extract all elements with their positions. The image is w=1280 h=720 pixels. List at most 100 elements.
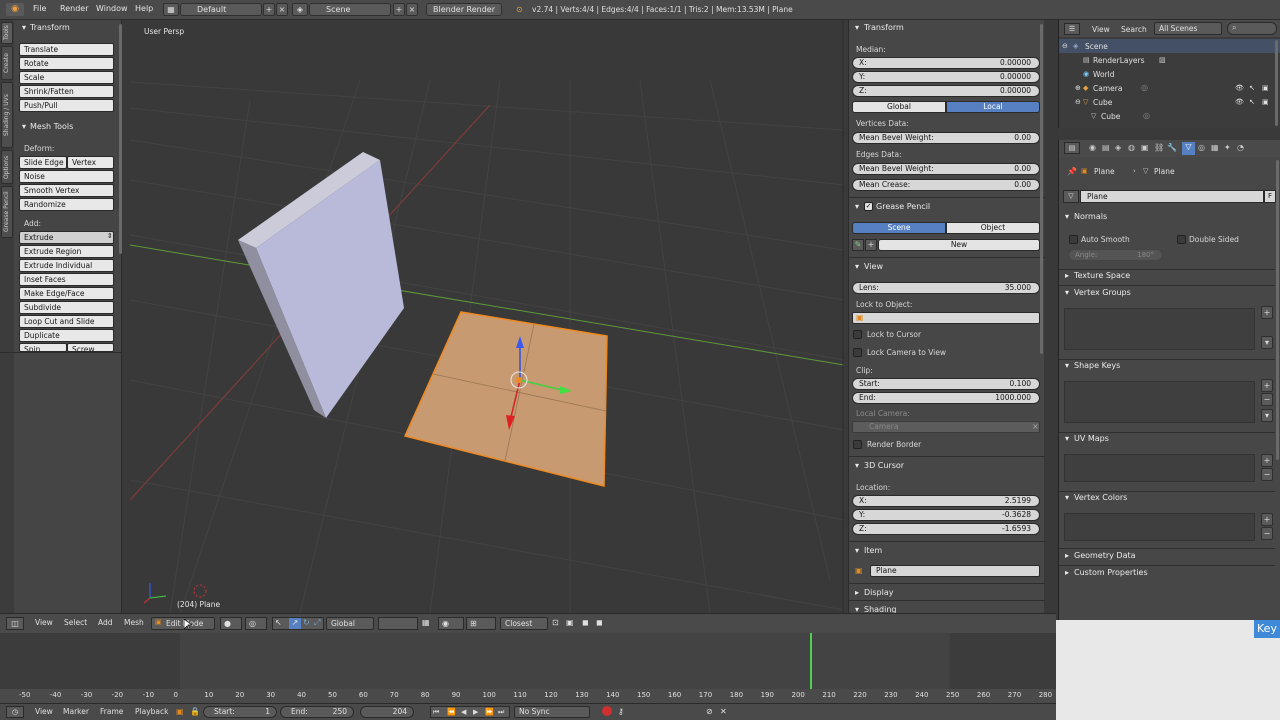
- normals-arrow-icon[interactable]: ▾: [1065, 212, 1069, 221]
- uv-maps-arrow-icon[interactable]: ▾: [1065, 434, 1069, 443]
- camera-expand-icon[interactable]: ⊕: [1075, 84, 1081, 92]
- remove-layout-icon[interactable]: ×: [276, 3, 288, 16]
- jump-key-forward-icon[interactable]: ⏩: [485, 707, 494, 717]
- scene-field[interactable]: Scene: [309, 3, 391, 16]
- shape-key-menu-icon[interactable]: ▾: [1261, 409, 1273, 422]
- cube-render-icon[interactable]: ▣: [1262, 98, 1269, 106]
- snap-options-icon[interactable]: ⊡: [552, 618, 559, 627]
- jump-start-icon[interactable]: ⏮: [433, 707, 439, 717]
- grease-new-button[interactable]: New: [878, 239, 1040, 251]
- pin-icon[interactable]: 📌: [1067, 167, 1077, 176]
- push-pull-button[interactable]: Push/Pull: [19, 99, 114, 112]
- constraints-context-icon[interactable]: ⛓: [1154, 143, 1164, 152]
- layout-field[interactable]: Default: [180, 3, 262, 16]
- physics-context-icon[interactable]: ◔: [1237, 143, 1244, 152]
- layer-buttons[interactable]: [378, 617, 418, 630]
- select-menu[interactable]: Select: [64, 618, 87, 627]
- snap-target-select[interactable]: Closest: [500, 617, 548, 630]
- grease-pencil-title[interactable]: Grease Pencil: [876, 202, 930, 211]
- menu-file[interactable]: File: [33, 4, 46, 13]
- add-vertex-group-icon[interactable]: +: [1261, 306, 1273, 319]
- manipulator-toggles[interactable]: ↖ ↗ ↻ ⤢: [272, 617, 324, 630]
- tab-grease-pencil[interactable]: Grease Pencil: [1, 186, 13, 238]
- extrude-dropdown-icon[interactable]: ⇕: [107, 232, 113, 240]
- camera-select-icon[interactable]: ↖: [1249, 84, 1255, 92]
- cursor-arrow-icon[interactable]: ▾: [855, 461, 859, 470]
- texture-space-title[interactable]: Texture Space: [1074, 271, 1130, 280]
- vertex-group-menu-icon[interactable]: ▾: [1261, 336, 1273, 349]
- vertex-bevel-weight-field[interactable]: Mean Bevel Weight: 0.00: [852, 132, 1040, 144]
- sync-mode-select[interactable]: No Sync: [514, 706, 590, 718]
- lock-camera-checkbox[interactable]: [853, 348, 862, 357]
- outliner-item-scene[interactable]: Scene: [1085, 42, 1108, 51]
- rotate-button[interactable]: Rotate: [19, 57, 114, 70]
- outliner-search-menu[interactable]: Search: [1121, 25, 1147, 34]
- display-title[interactable]: Display: [864, 588, 894, 597]
- mean-crease-field[interactable]: Mean Crease: 0.00: [852, 179, 1040, 191]
- texture-context-icon[interactable]: ▦: [1211, 143, 1219, 152]
- n-panel-scrollbar[interactable]: [1040, 24, 1043, 354]
- pencil-icon[interactable]: ✎: [852, 239, 864, 251]
- playback-menu[interactable]: Playback: [135, 707, 168, 716]
- median-z-field[interactable]: Z: 0.00000: [852, 85, 1040, 97]
- cursor-x-field[interactable]: X: 2.5199: [852, 495, 1040, 507]
- render-border-checkbox[interactable]: [853, 440, 862, 449]
- inset-faces-button[interactable]: Inset Faces: [19, 273, 114, 286]
- timeline-area[interactable]: -50 -40 -30 -20 -10 0 10 20 30 40 50 60 70 80 90 100 110…: [0, 633, 1056, 703]
- tab-tools[interactable]: Tools: [1, 22, 13, 44]
- median-y-field[interactable]: Y: 0.00000: [852, 71, 1040, 83]
- cube-select-icon[interactable]: ↖: [1249, 98, 1255, 106]
- texture-space-arrow-icon[interactable]: ▸: [1065, 271, 1069, 280]
- double-sided-checkbox[interactable]: [1177, 235, 1186, 244]
- props-scrollbar[interactable]: [1276, 160, 1279, 460]
- mesh-name-field[interactable]: Plane: [1080, 190, 1264, 203]
- spin-button[interactable]: Spin: [19, 343, 67, 352]
- n-transform-title[interactable]: Transform: [864, 23, 904, 32]
- outliner-search-field[interactable]: ⌕: [1227, 22, 1277, 35]
- pivot-point-icon[interactable]: ◎: [245, 617, 267, 630]
- fake-user-button[interactable]: F: [1264, 190, 1276, 203]
- remove-scene-icon[interactable]: ×: [406, 3, 418, 16]
- lens-field[interactable]: Lens: 35.000: [852, 282, 1040, 294]
- outliner-item-cube-mesh[interactable]: Cube: [1101, 112, 1120, 121]
- preview-range-icon[interactable]: ▣: [176, 707, 184, 716]
- cursor-y-field[interactable]: Y: -0.3628: [852, 509, 1040, 521]
- scene-icon[interactable]: ◈: [292, 3, 308, 16]
- snap-toggle-icon[interactable]: ⊞: [466, 617, 496, 630]
- global-toggle[interactable]: Global: [852, 101, 946, 113]
- cube-visibility-icon[interactable]: 👁: [1235, 98, 1244, 106]
- display-arrow-icon[interactable]: ▸: [855, 588, 859, 597]
- translate-button[interactable]: Translate: [19, 43, 114, 56]
- subdivide-button[interactable]: Subdivide: [19, 301, 114, 314]
- tab-shading-uvs[interactable]: Shading / UVs: [1, 82, 13, 148]
- tool-shelf-scrollbar[interactable]: [119, 24, 122, 254]
- outliner-view-menu[interactable]: View: [1092, 25, 1110, 34]
- jump-key-back-icon[interactable]: ⏪: [447, 707, 456, 717]
- vertex-colors-arrow-icon[interactable]: ▾: [1065, 493, 1069, 502]
- render-preview-icon[interactable]: ▣: [566, 618, 574, 627]
- add-icon[interactable]: +: [865, 239, 877, 251]
- blender-logo-icon[interactable]: ◉: [6, 3, 24, 16]
- grease-arrow-icon[interactable]: ▾: [855, 202, 859, 211]
- vertex-groups-arrow-icon[interactable]: ▾: [1065, 288, 1069, 297]
- median-x-field[interactable]: X: 0.00000: [852, 57, 1040, 69]
- scale-button[interactable]: Scale: [19, 71, 114, 84]
- 3d-viewport[interactable]: User Persp (204) Plane: [130, 20, 844, 613]
- add-layout-icon[interactable]: +: [263, 3, 275, 16]
- camera-visibility-icon[interactable]: 👁: [1235, 84, 1244, 92]
- play-reverse-icon[interactable]: ◀: [461, 707, 466, 717]
- vertex-slide-button[interactable]: Vertex: [67, 156, 114, 169]
- add-vertex-color-icon[interactable]: +: [1261, 513, 1273, 526]
- timeline-view-menu[interactable]: View: [35, 707, 53, 716]
- opengl-render-icon[interactable]: ◼: [582, 618, 589, 627]
- lock-to-cursor-checkbox[interactable]: [853, 330, 862, 339]
- grease-object-toggle[interactable]: Object: [946, 222, 1040, 234]
- camera-render-icon[interactable]: ▣: [1262, 84, 1269, 92]
- end-frame-field[interactable]: End: 250: [280, 706, 354, 718]
- layer-lock-icon[interactable]: ▦: [422, 618, 430, 627]
- selected-plane-object[interactable]: [403, 311, 608, 487]
- remove-shape-key-icon[interactable]: −: [1261, 393, 1273, 406]
- shape-keys-title[interactable]: Shape Keys: [1074, 361, 1120, 370]
- vertex-colors-list[interactable]: [1064, 513, 1255, 541]
- cursor-z-field[interactable]: Z: -1.6593: [852, 523, 1040, 535]
